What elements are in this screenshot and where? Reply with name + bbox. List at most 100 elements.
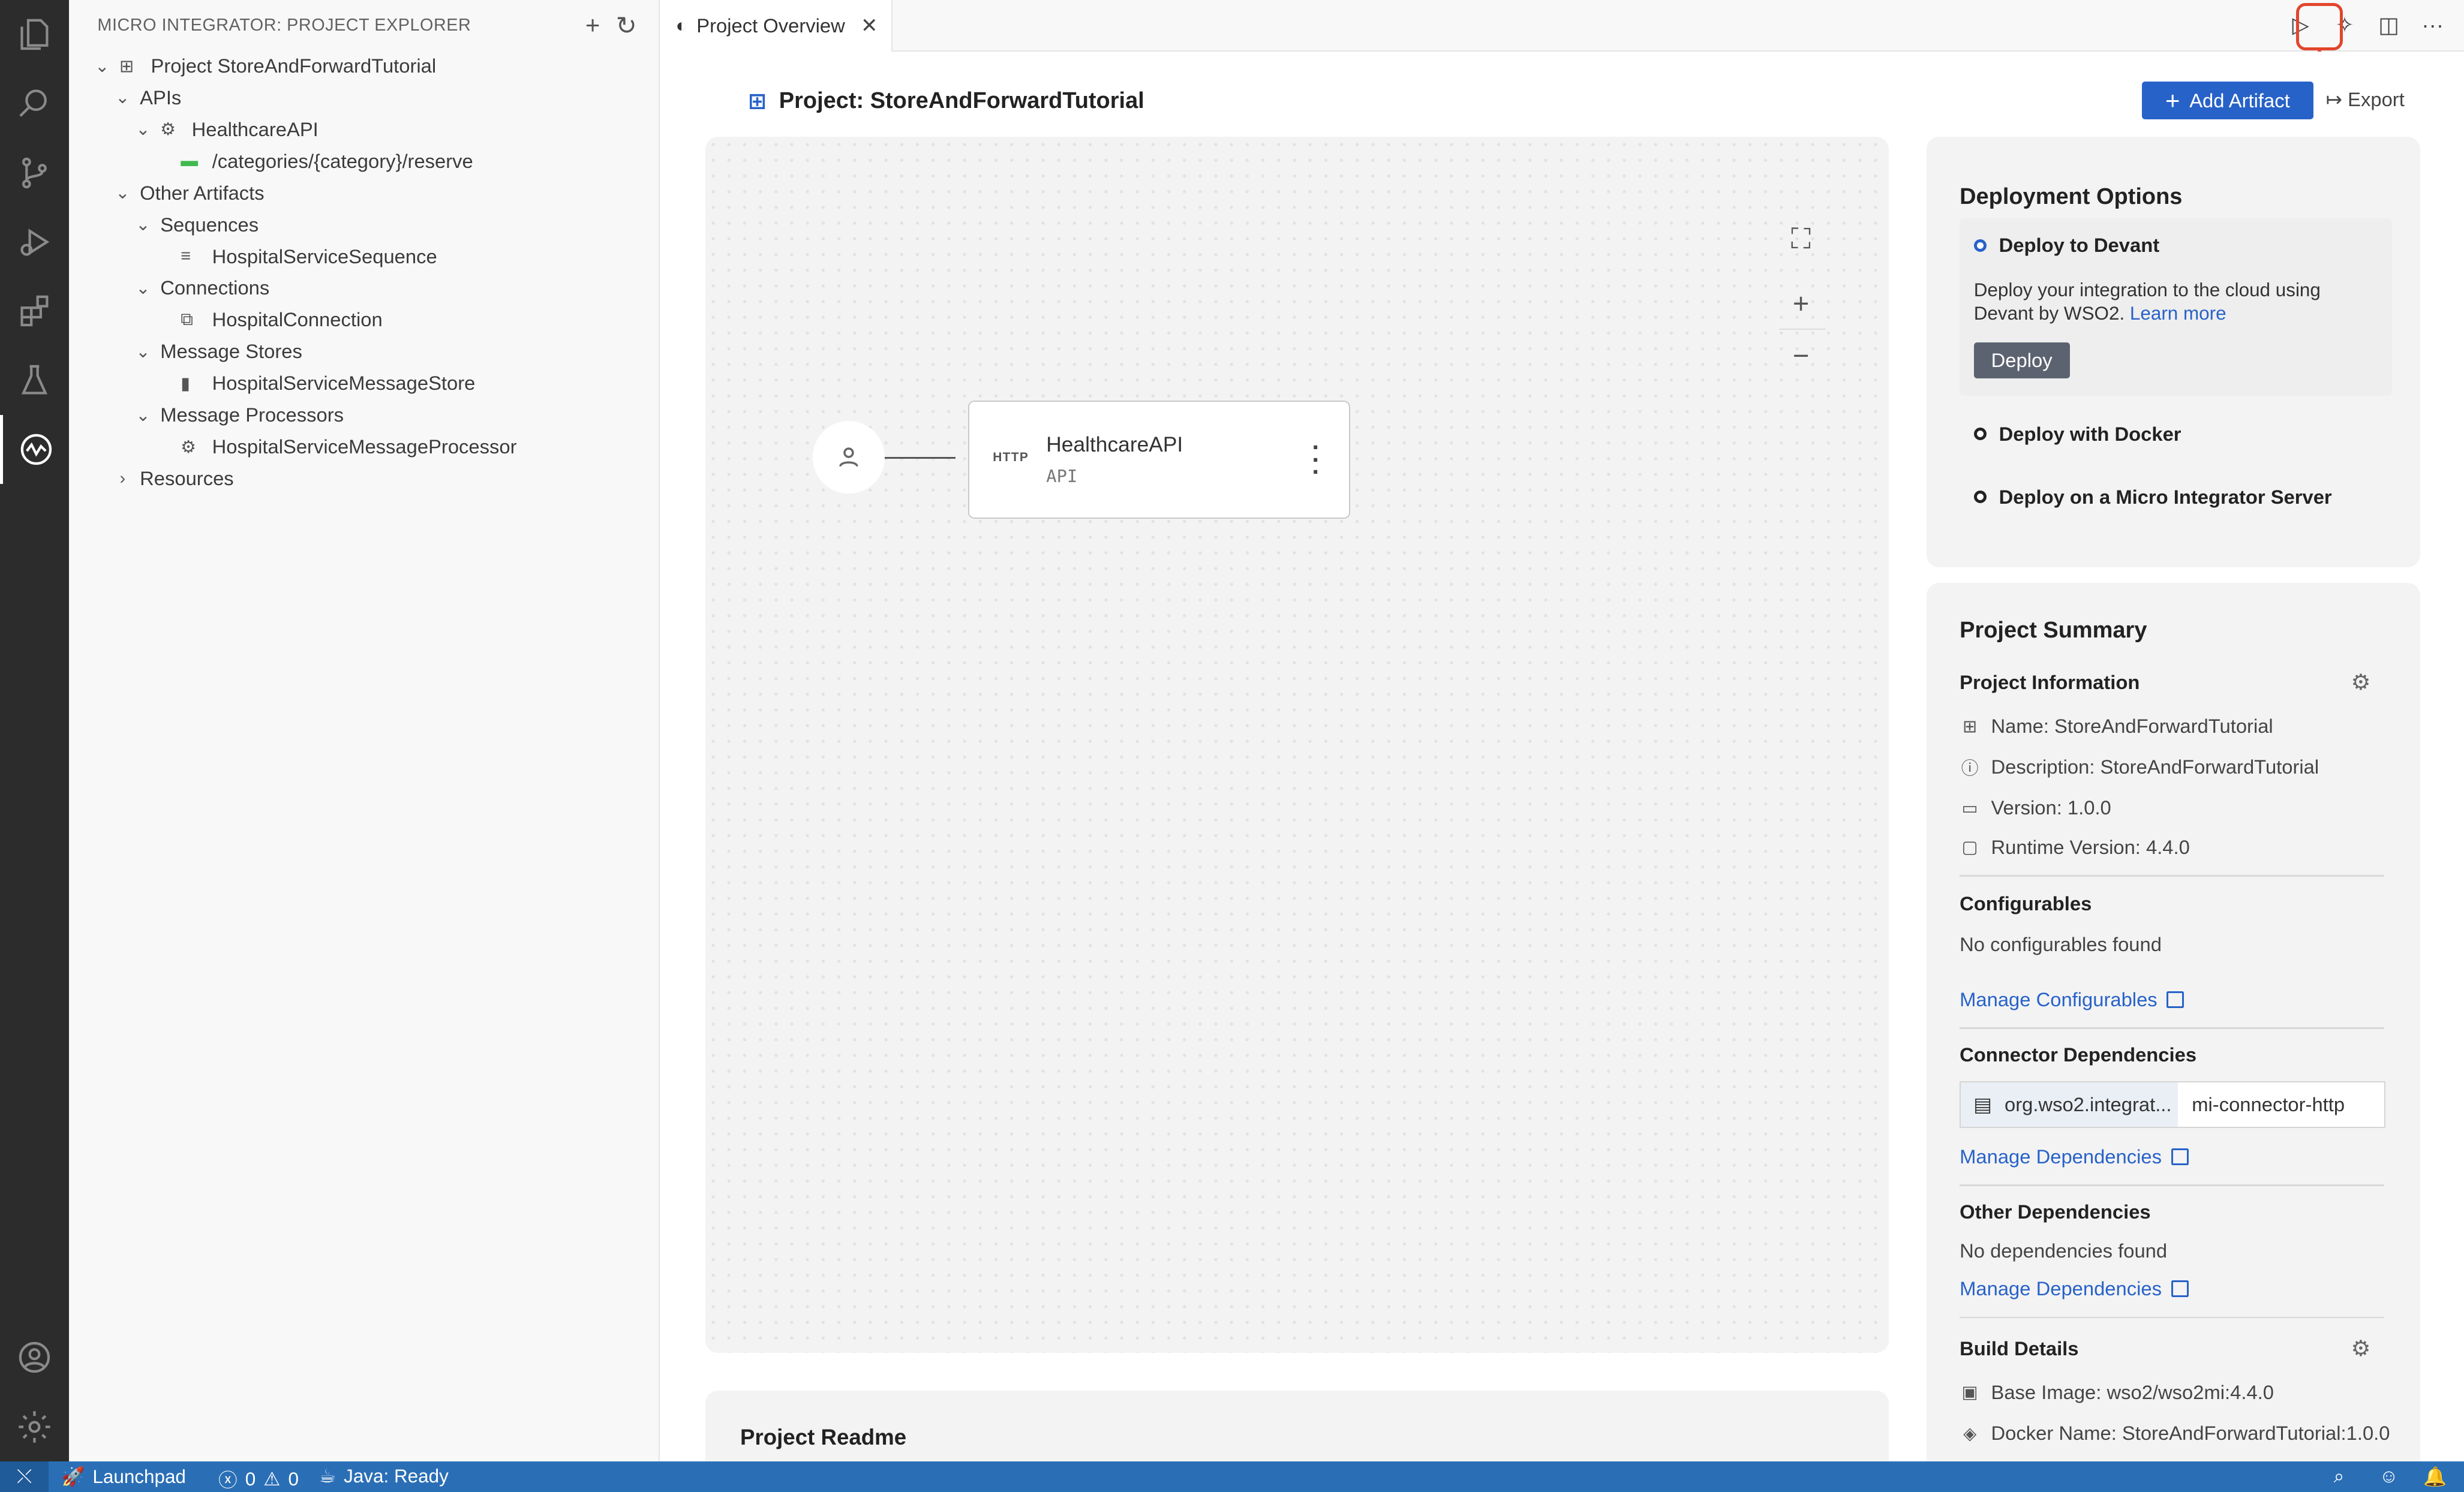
option-mi-server[interactable]: Deploy on a Micro Integrator Server <box>1973 486 2332 509</box>
build-details-heading: Build Details <box>1960 1337 2079 1359</box>
export-icon: ↦ <box>2325 88 2343 110</box>
export-button[interactable]: ↦ Export <box>2326 88 2405 111</box>
source-control-icon[interactable] <box>0 139 69 207</box>
project-info-gear-icon[interactable]: ⚙ <box>2351 669 2371 695</box>
add-artifact-button[interactable]: + Add Artifact <box>2142 82 2313 120</box>
tree-item-label: Connections <box>160 276 270 299</box>
tree-item[interactable]: ⌄ Connections <box>132 272 269 303</box>
chevron-down-icon[interactable]: ⌄ <box>132 119 154 140</box>
notifications-icon[interactable]: 🔔 <box>2423 1466 2447 1488</box>
tree-item[interactable]: ▬ /categories/{category}/reserve <box>152 146 473 177</box>
java-status-text: Java: Ready <box>344 1466 449 1487</box>
tab-project-overview[interactable]: ◐ Project Overview ✕ <box>660 0 893 52</box>
summary-panel: Project Summary Project Information ⚙ ⊞ N… <box>1927 583 2420 1461</box>
option-docker[interactable]: Deploy with Docker <box>1973 423 2181 446</box>
testing-icon[interactable] <box>0 345 69 414</box>
tree-item[interactable]: ⌄ ⊞ Project StoreAndForwardTutorial <box>91 50 436 82</box>
tree-item[interactable]: ⌄ Sequences <box>132 209 259 240</box>
zoom-status-icon[interactable]: ⌕ <box>2334 1466 2345 1488</box>
tree-item[interactable]: ⌄ APIs <box>112 82 181 113</box>
connector-line <box>885 457 955 459</box>
settings-gear-icon[interactable] <box>0 1392 69 1461</box>
tree-item[interactable]: ⧉ HospitalConnection <box>152 304 382 335</box>
chevron-down-icon[interactable]: ⌄ <box>112 87 134 108</box>
connector-dependency[interactable]: ▤ org.wso2.integrat... mi-connector-http <box>1960 1081 2386 1129</box>
remote-icon[interactable]: ⤬ <box>0 1461 49 1492</box>
launchpad-label: Launchpad <box>92 1466 186 1487</box>
info-name: ⊞ Name: StoreAndForwardTutorial <box>1960 715 2273 738</box>
tree-item[interactable]: ⌄ ⚙ HealthcareAPI <box>132 114 318 145</box>
run-debug-icon[interactable] <box>0 207 69 276</box>
manage-configurables-link[interactable]: Manage Configurables <box>1960 988 2184 1011</box>
refresh-icon[interactable]: ↻ <box>616 11 637 40</box>
diagram-canvas[interactable]: ⛶ + − HTTP HealthcareAPI API · · · <box>705 136 1889 1353</box>
learn-more-link[interactable]: Learn more <box>2130 303 2226 324</box>
chevron-down-icon[interactable]: ⌄ <box>132 341 154 362</box>
base-image-text: Base Image: wso2/wso2mi:4.4.0 <box>1991 1380 2274 1403</box>
api-node[interactable]: HTTP HealthcareAPI API · · · <box>967 401 1350 519</box>
project-info-heading: Project Information <box>1960 670 2140 693</box>
devant-description: Deploy your integration to the cloud usi… <box>1974 278 2382 326</box>
more-actions-icon[interactable]: ··· <box>2414 6 2451 44</box>
chevron-down-icon[interactable]: ⌄ <box>91 56 113 77</box>
chevron-right-icon[interactable]: › <box>112 469 134 489</box>
close-icon[interactable]: ✕ <box>861 14 878 38</box>
java-status[interactable]: ☕ Java: Ready <box>319 1466 449 1487</box>
option-devant-label: Deploy to Devant <box>1999 234 2160 257</box>
tree-item[interactable]: ⌄ Message Stores <box>132 336 302 367</box>
info-circle-icon: ⓘ <box>1961 759 1979 778</box>
project-icon: ⊞ <box>119 56 134 76</box>
tree-item[interactable]: › Resources <box>112 463 234 494</box>
deploy-button[interactable]: Deploy <box>1973 342 2070 379</box>
tree-item-label: Message Processors <box>160 404 344 426</box>
account-icon[interactable] <box>0 1323 69 1392</box>
tree-item[interactable]: ⌄ Message Processors <box>132 399 344 431</box>
editor-tab-bar: ◐ Project Overview ✕ ▷ ✧ ◫ ··· <box>660 0 2464 52</box>
export-label: Export <box>2348 88 2405 110</box>
tree-item[interactable]: ⚙ HospitalServiceMessageProcessor <box>152 431 516 462</box>
zoom-out-icon[interactable]: − <box>1774 329 1828 382</box>
package-icon: ▤ <box>1973 1093 1993 1115</box>
manage-configurables-text: Manage Configurables <box>1960 988 2157 1010</box>
info-version-text: Version: 1.0.0 <box>1991 796 2111 819</box>
chevron-down-icon[interactable]: ⌄ <box>112 182 134 203</box>
chevron-down-icon[interactable]: ⌄ <box>132 214 154 235</box>
client-node[interactable] <box>812 421 885 494</box>
add-icon[interactable]: + <box>585 11 600 40</box>
status-bar: ⤬ 🚀 Launchpad ⓧ 0 ⚠ 0 ☕ Java: Ready ⌕ ☺ 🔔 <box>0 1461 2464 1492</box>
split-editor-icon[interactable]: ◫ <box>2370 6 2408 44</box>
launchpad-item[interactable]: 🚀 Launchpad <box>61 1466 186 1488</box>
tree-item-label: Sequences <box>160 213 259 236</box>
tree-item[interactable]: ⌄ Other Artifacts <box>112 178 264 209</box>
problems-item[interactable]: ⓧ 0 ⚠ 0 <box>218 1466 299 1492</box>
build-gear-icon[interactable]: ⚙ <box>2351 1335 2371 1361</box>
chevron-down-icon[interactable]: ⌄ <box>132 278 154 299</box>
fit-screen-icon[interactable]: ⛶ <box>1774 212 1828 266</box>
version-icon: ▭ <box>1961 798 1978 818</box>
node-menu-icon[interactable]: · · · <box>1312 434 1320 485</box>
extensions-icon[interactable] <box>0 276 69 345</box>
docker-name-text: Docker Name: StoreAndForwardTutorial:1.0… <box>1991 1422 2390 1445</box>
zoom-in-icon[interactable]: + <box>1774 276 1828 330</box>
copilot-icon[interactable]: ☺ <box>2379 1466 2399 1487</box>
tree-item[interactable]: ≡ HospitalServiceSequence <box>152 240 437 272</box>
info-name-text: Name: StoreAndForwardTutorial <box>1991 715 2273 738</box>
manage-other-dependencies-link[interactable]: Manage Dependencies <box>1960 1277 2189 1300</box>
option-devant[interactable]: Deploy to Devant <box>1973 234 2160 257</box>
configurables-heading: Configurables <box>1960 892 2092 915</box>
rocket-icon: 🚀 <box>61 1466 85 1488</box>
info-version: ▭ Version: 1.0.0 <box>1960 796 2111 819</box>
activity-bar <box>0 0 70 1461</box>
docker-name: ◈ Docker Name: StoreAndForwardTutorial:1.… <box>1960 1422 2390 1445</box>
chevron-down-icon[interactable]: ⌄ <box>132 405 154 426</box>
explorer-icon[interactable] <box>0 0 69 69</box>
manage-dependencies-link[interactable]: Manage Dependencies <box>1960 1145 2189 1168</box>
add-artifact-label: Add Artifact <box>2189 89 2290 112</box>
micro-integrator-icon[interactable] <box>0 414 69 484</box>
tree-item-label: Message Stores <box>160 340 302 363</box>
plus-icon: + <box>2165 86 2180 115</box>
radio-icon <box>1973 428 1987 441</box>
search-icon[interactable] <box>0 69 69 138</box>
user-icon <box>839 447 858 467</box>
tree-item[interactable]: ▮ HospitalServiceMessageStore <box>152 368 475 399</box>
